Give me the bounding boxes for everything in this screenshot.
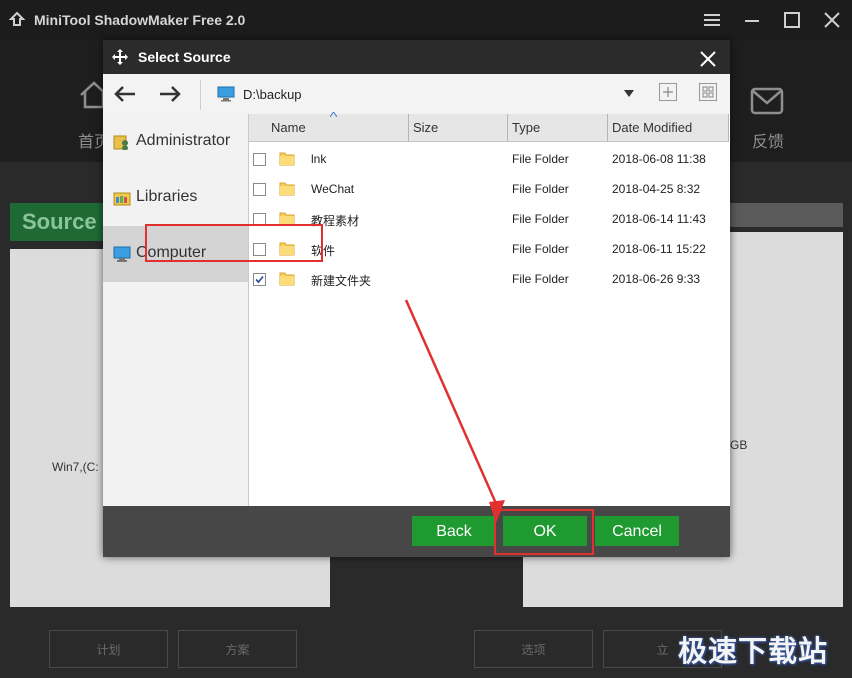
watermark-text: 极速下载站 [678,636,829,668]
annotation-arrow [404,299,505,523]
